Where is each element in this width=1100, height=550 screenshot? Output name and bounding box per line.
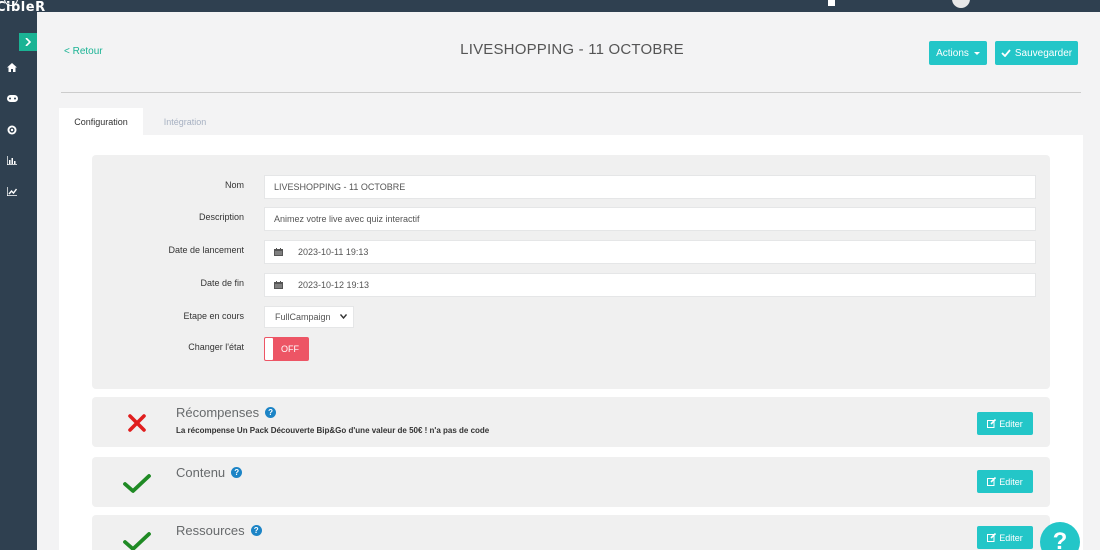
- tab-integration[interactable]: Intégration: [143, 108, 227, 135]
- save-button[interactable]: Sauvegarder: [995, 41, 1078, 65]
- form-row-description: Description Animez votre live avec quiz …: [92, 207, 1050, 231]
- step-value: FullCampaign: [275, 312, 331, 322]
- edit-label: Editer: [999, 418, 1023, 429]
- step-select[interactable]: FullCampaign: [264, 306, 354, 328]
- save-button-label: Sauvegarder: [1014, 47, 1073, 59]
- edit-icon: [987, 533, 997, 542]
- section-resources: Ressources ? Editer: [92, 515, 1050, 550]
- end-date-label: Date de fin: [200, 278, 244, 288]
- description-input[interactable]: Animez votre live avec quiz interactif: [264, 207, 1036, 231]
- edit-icon: [987, 419, 997, 428]
- sidebar-item-targets[interactable]: [5, 123, 19, 137]
- tab-configuration[interactable]: Configuration: [59, 108, 143, 135]
- actions-button-label: Actions: [936, 47, 969, 59]
- rewards-message: La récompense Un Pack Découverte Bip&Go …: [176, 426, 490, 435]
- section-title: Contenu ?: [176, 465, 243, 480]
- state-label: Changer l'état: [188, 342, 244, 352]
- end-date-input[interactable]: 2023-10-12 19:13: [264, 273, 1036, 297]
- sidebar-item-analytics[interactable]: [5, 184, 19, 198]
- form-row-start-date: Date de lancement 2023-10-11 19:13: [92, 240, 1050, 264]
- chevron-right-icon: [25, 38, 31, 46]
- form-row-end-date: Date de fin 2023-10-12 19:13: [92, 273, 1050, 297]
- edit-label: Editer: [999, 476, 1023, 487]
- name-input[interactable]: LIVESHOPPING - 11 OCTOBRE: [264, 175, 1036, 199]
- top-navbar: [0, 0, 1100, 12]
- actions-button[interactable]: Actions: [929, 41, 987, 65]
- section-rewards: Récompenses ? La récompense Un Pack Déco…: [92, 397, 1050, 447]
- avatar[interactable]: [952, 0, 970, 8]
- header-divider: [61, 92, 1081, 93]
- sidebar: CibleR: [0, 0, 45, 550]
- help-circle-icon[interactable]: ?: [250, 525, 262, 536]
- resources-title: Ressources: [176, 523, 245, 538]
- help-circle-icon[interactable]: ?: [231, 467, 243, 478]
- check-icon: [123, 474, 151, 493]
- start-date-value: 2023-10-11 19:13: [298, 247, 369, 257]
- edit-label: Editer: [999, 532, 1023, 543]
- edit-icon: [987, 477, 997, 486]
- check-icon: [123, 532, 151, 550]
- gamepad-icon: [6, 94, 18, 102]
- line-chart-icon: [7, 186, 17, 196]
- edit-content-button[interactable]: Editer: [977, 470, 1033, 493]
- error-x-icon: [128, 414, 146, 432]
- sidebar-item-games[interactable]: [5, 91, 19, 105]
- step-label: Etape en cours: [183, 311, 244, 321]
- help-circle-icon[interactable]: ?: [265, 407, 277, 418]
- form-row-name: Nom LIVESHOPPING - 11 OCTOBRE: [92, 175, 1050, 199]
- rewards-title: Récompenses: [176, 405, 260, 420]
- name-value: LIVESHOPPING - 11 OCTOBRE: [274, 182, 406, 192]
- edit-rewards-button[interactable]: Editer: [977, 412, 1033, 435]
- section-title: Récompenses ?: [176, 405, 277, 420]
- start-date-input[interactable]: 2023-10-11 19:13: [264, 240, 1036, 264]
- bar-chart-icon: [7, 155, 17, 165]
- section-title: Ressources ?: [176, 523, 262, 538]
- check-icon: [1001, 49, 1011, 57]
- form-row-state: Changer l'état OFF: [92, 337, 1050, 361]
- sidebar-item-stats[interactable]: [5, 153, 19, 167]
- configuration-panel: Nom LIVESHOPPING - 11 OCTOBRE Descriptio…: [59, 135, 1083, 550]
- main-content: < Retour LIVESHOPPING - 11 OCTOBRE Actio…: [37, 12, 1100, 550]
- section-content: Contenu ? Editer: [92, 457, 1050, 507]
- bullseye-icon: [7, 125, 17, 135]
- campaign-form: Nom LIVESHOPPING - 11 OCTOBRE Descriptio…: [92, 155, 1050, 389]
- state-toggle[interactable]: OFF: [264, 337, 309, 361]
- notification-icon[interactable]: [828, 0, 835, 6]
- page-title: LIVESHOPPING - 11 OCTOBRE: [460, 41, 684, 58]
- description-value: Animez votre live avec quiz interactif: [274, 214, 420, 224]
- caret-down-icon: [973, 51, 980, 55]
- calendar-icon: [274, 248, 283, 256]
- chevron-down-icon: [340, 314, 347, 319]
- description-label: Description: [198, 212, 244, 222]
- help-button-label: ?: [1052, 528, 1068, 550]
- calendar-icon: [274, 281, 283, 289]
- name-label: Nom: [224, 180, 244, 190]
- sidebar-item-home[interactable]: [5, 60, 19, 74]
- edit-resources-button[interactable]: Editer: [977, 526, 1033, 549]
- back-link[interactable]: < Retour: [64, 46, 103, 57]
- sidebar-toggle-button[interactable]: [19, 33, 37, 51]
- state-toggle-text: OFF: [281, 344, 299, 354]
- start-date-label: Date de lancement: [168, 245, 244, 255]
- home-icon: [7, 62, 17, 72]
- content-title: Contenu: [176, 465, 226, 480]
- form-row-step: Etape en cours FullCampaign: [92, 306, 1050, 330]
- end-date-value: 2023-10-12 19:13: [298, 280, 370, 290]
- toggle-knob: [265, 338, 273, 360]
